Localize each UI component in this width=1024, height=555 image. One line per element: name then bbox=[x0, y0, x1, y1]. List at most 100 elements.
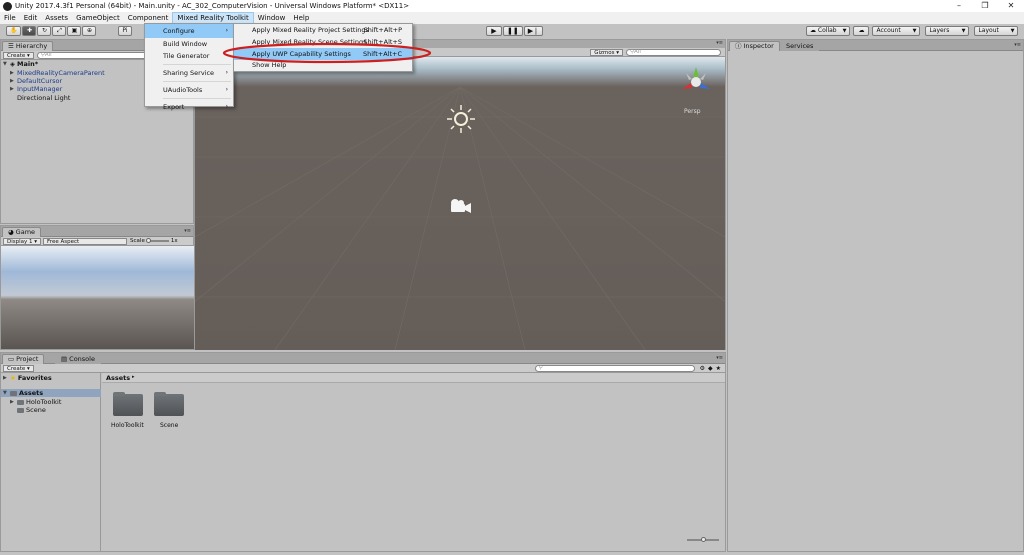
cloud-services-icon[interactable]: ☁ bbox=[853, 26, 870, 36]
maximize-button[interactable]: ❐ bbox=[972, 0, 998, 12]
menu-gameobject[interactable]: GameObject bbox=[72, 12, 124, 24]
menu-assets[interactable]: Assets bbox=[41, 12, 72, 24]
folder-icon[interactable] bbox=[113, 392, 143, 416]
rect-tool-icon[interactable]: ▣ bbox=[67, 26, 82, 36]
slider-thumb[interactable] bbox=[145, 238, 151, 243]
panel-menu-icon[interactable]: ▾≡ bbox=[1014, 42, 1021, 48]
scale-slider[interactable] bbox=[145, 238, 169, 243]
pause-icon[interactable]: ❚❚ bbox=[503, 26, 523, 36]
display-dropdown[interactable]: Display 1 ▾ bbox=[3, 237, 42, 245]
hierarchy-item[interactable]: Directional Light bbox=[10, 94, 70, 102]
search-icon: ⚲ bbox=[538, 364, 543, 371]
chevron-right-icon[interactable]: ▶ bbox=[3, 375, 8, 381]
menu-item-build-window[interactable]: Build Window bbox=[145, 38, 233, 50]
scene-root-item[interactable]: ▼ ◈ Main* bbox=[3, 60, 38, 68]
menu-item-configure[interactable]: Configure › bbox=[145, 24, 233, 38]
camera-icon[interactable] bbox=[447, 197, 473, 215]
menu-item-show-help[interactable]: Show Help bbox=[234, 60, 412, 71]
inspector-panel: ⓘ Inspector Services ▾≡ bbox=[727, 39, 1024, 552]
hierarchy-item[interactable]: ▶ DefaultCursor bbox=[10, 77, 62, 85]
scene-viewport[interactable]: Persp bbox=[195, 57, 725, 350]
persp-label[interactable]: Persp bbox=[684, 108, 701, 115]
tab-hierarchy[interactable]: ☰ Hierarchy bbox=[2, 41, 54, 51]
game-viewport[interactable] bbox=[1, 246, 194, 349]
layout-dropdown[interactable]: Layout ▼ bbox=[974, 26, 1019, 36]
directional-light-icon[interactable] bbox=[446, 104, 476, 134]
menu-edit[interactable]: Edit bbox=[20, 12, 42, 24]
menu-item-apply-scene-settings[interactable]: Apply Mixed Reality Scene Settings Shift+… bbox=[234, 36, 412, 48]
account-dropdown[interactable]: Account ▼ bbox=[872, 26, 921, 36]
right-toolbar: ☁ Collab ▼ ☁ Account ▼ Layers ▼ Layout ▼ bbox=[806, 26, 1019, 36]
folder-icon[interactable] bbox=[154, 392, 184, 416]
chevron-right-icon: › bbox=[225, 27, 228, 34]
chevron-right-icon[interactable]: ▶ bbox=[10, 78, 15, 84]
scale-tool-icon[interactable]: ⤢ bbox=[52, 26, 67, 36]
pivot-group: Pi bbox=[118, 26, 133, 36]
chevron-down-icon: ▼ bbox=[961, 28, 966, 34]
filter-label-icon[interactable]: ◆ bbox=[708, 365, 713, 372]
chevron-down-icon[interactable]: ▼ bbox=[3, 390, 8, 396]
menu-item-apply-uwp-capability-settings[interactable]: Apply UWP Capability Settings Shift+Alt+C bbox=[234, 48, 412, 60]
zoom-slider[interactable] bbox=[687, 537, 719, 542]
chevron-right-icon: › bbox=[225, 103, 228, 110]
hierarchy-item[interactable]: ▶ InputManager bbox=[10, 85, 62, 93]
favorites-item[interactable]: ▶ ★ Favorites bbox=[3, 374, 52, 382]
cloud-icon: ☁ bbox=[810, 27, 816, 34]
collab-dropdown[interactable]: ☁ Collab ▼ bbox=[806, 26, 851, 36]
project-search-input[interactable]: ⚲ bbox=[534, 364, 695, 372]
menu-file[interactable]: File bbox=[0, 12, 20, 24]
assets-item[interactable]: ▼ Assets bbox=[1, 389, 101, 397]
menu-item-uaudiotools[interactable]: UAudioTools › bbox=[145, 84, 233, 96]
tab-game[interactable]: ◕ Game bbox=[2, 227, 42, 237]
panel-menu-icon[interactable]: ▾≡ bbox=[184, 228, 191, 234]
pivot-toggle[interactable]: Pi bbox=[118, 26, 132, 36]
filter-type-icon[interactable]: ⚙ bbox=[700, 365, 705, 372]
tab-services[interactable]: Services bbox=[780, 41, 820, 51]
transform-tools: ✋ ✚ ↻ ⤢ ▣ ⊕ bbox=[6, 26, 97, 36]
tab-console[interactable]: ▤ Console bbox=[55, 354, 101, 364]
breadcrumb-assets[interactable]: Assets bbox=[106, 374, 130, 382]
tab-inspector[interactable]: ⓘ Inspector bbox=[729, 41, 780, 51]
window-title-bar: Unity 2017.4.3f1 Personal (64bit) - Main… bbox=[0, 0, 1024, 12]
close-button[interactable]: ✕ bbox=[998, 0, 1024, 12]
project-tree-item[interactable]: ▶ HoloToolkit bbox=[10, 398, 61, 406]
chevron-right-icon: ▸ bbox=[132, 374, 135, 380]
hand-tool-icon[interactable]: ✋ bbox=[6, 26, 22, 36]
menu-item-export[interactable]: Export › bbox=[145, 101, 233, 113]
scene-search-input[interactable]: ⚲All bbox=[626, 48, 721, 56]
aspect-dropdown[interactable]: Free Aspect bbox=[43, 237, 128, 245]
grid-item-label[interactable]: HoloToolkit bbox=[111, 422, 144, 429]
menu-separator bbox=[163, 81, 231, 82]
panel-menu-icon[interactable]: ▾≡ bbox=[716, 355, 723, 361]
rotate-tool-icon[interactable]: ↻ bbox=[37, 26, 52, 36]
step-icon[interactable]: ▶❘ bbox=[523, 26, 543, 36]
grid-item-label[interactable]: Scene bbox=[160, 422, 178, 429]
chevron-right-icon: › bbox=[225, 86, 228, 93]
chevron-right-icon[interactable]: ▶ bbox=[10, 86, 15, 92]
play-icon[interactable]: ▶ bbox=[486, 26, 502, 36]
chevron-down-icon[interactable]: ▼ bbox=[3, 61, 8, 67]
game-subbar: Display 1 ▾ Free Aspect Scale 1x bbox=[1, 237, 193, 246]
chevron-right-icon[interactable]: ▶ bbox=[10, 399, 15, 405]
menu-item-sharing-service[interactable]: Sharing Service › bbox=[145, 67, 233, 79]
transform-tool-icon[interactable]: ⊕ bbox=[82, 26, 97, 36]
gizmos-dropdown[interactable]: Gizmos ▾ bbox=[590, 48, 623, 56]
star-icon[interactable]: ★ bbox=[716, 365, 721, 372]
panel-menu-icon[interactable]: ▾≡ bbox=[716, 40, 723, 46]
orientation-gizmo-icon[interactable] bbox=[679, 65, 713, 99]
project-tree-item[interactable]: Scene bbox=[10, 406, 46, 414]
hierarchy-item[interactable]: ▶ MixedRealityCameraParent bbox=[10, 69, 105, 77]
game-tab-strip: ◕ Game ▾≡ bbox=[1, 226, 193, 237]
create-dropdown[interactable]: Create ▾ bbox=[3, 51, 34, 59]
move-tool-icon[interactable]: ✚ bbox=[22, 26, 37, 36]
create-dropdown[interactable]: Create ▾ bbox=[3, 364, 34, 372]
slider-thumb[interactable] bbox=[701, 537, 706, 542]
layers-dropdown[interactable]: Layers ▼ bbox=[925, 26, 970, 36]
chevron-right-icon[interactable]: ▶ bbox=[10, 70, 15, 76]
minimize-button[interactable]: – bbox=[946, 0, 972, 12]
menu-item-apply-project-settings[interactable]: Apply Mixed Reality Project Settings Shif… bbox=[234, 24, 412, 36]
tab-project[interactable]: ▭ Project bbox=[2, 354, 45, 364]
menu-separator bbox=[163, 64, 231, 65]
menu-item-tile-generator[interactable]: Tile Generator bbox=[145, 50, 233, 62]
scale-value: 1x bbox=[170, 238, 178, 244]
